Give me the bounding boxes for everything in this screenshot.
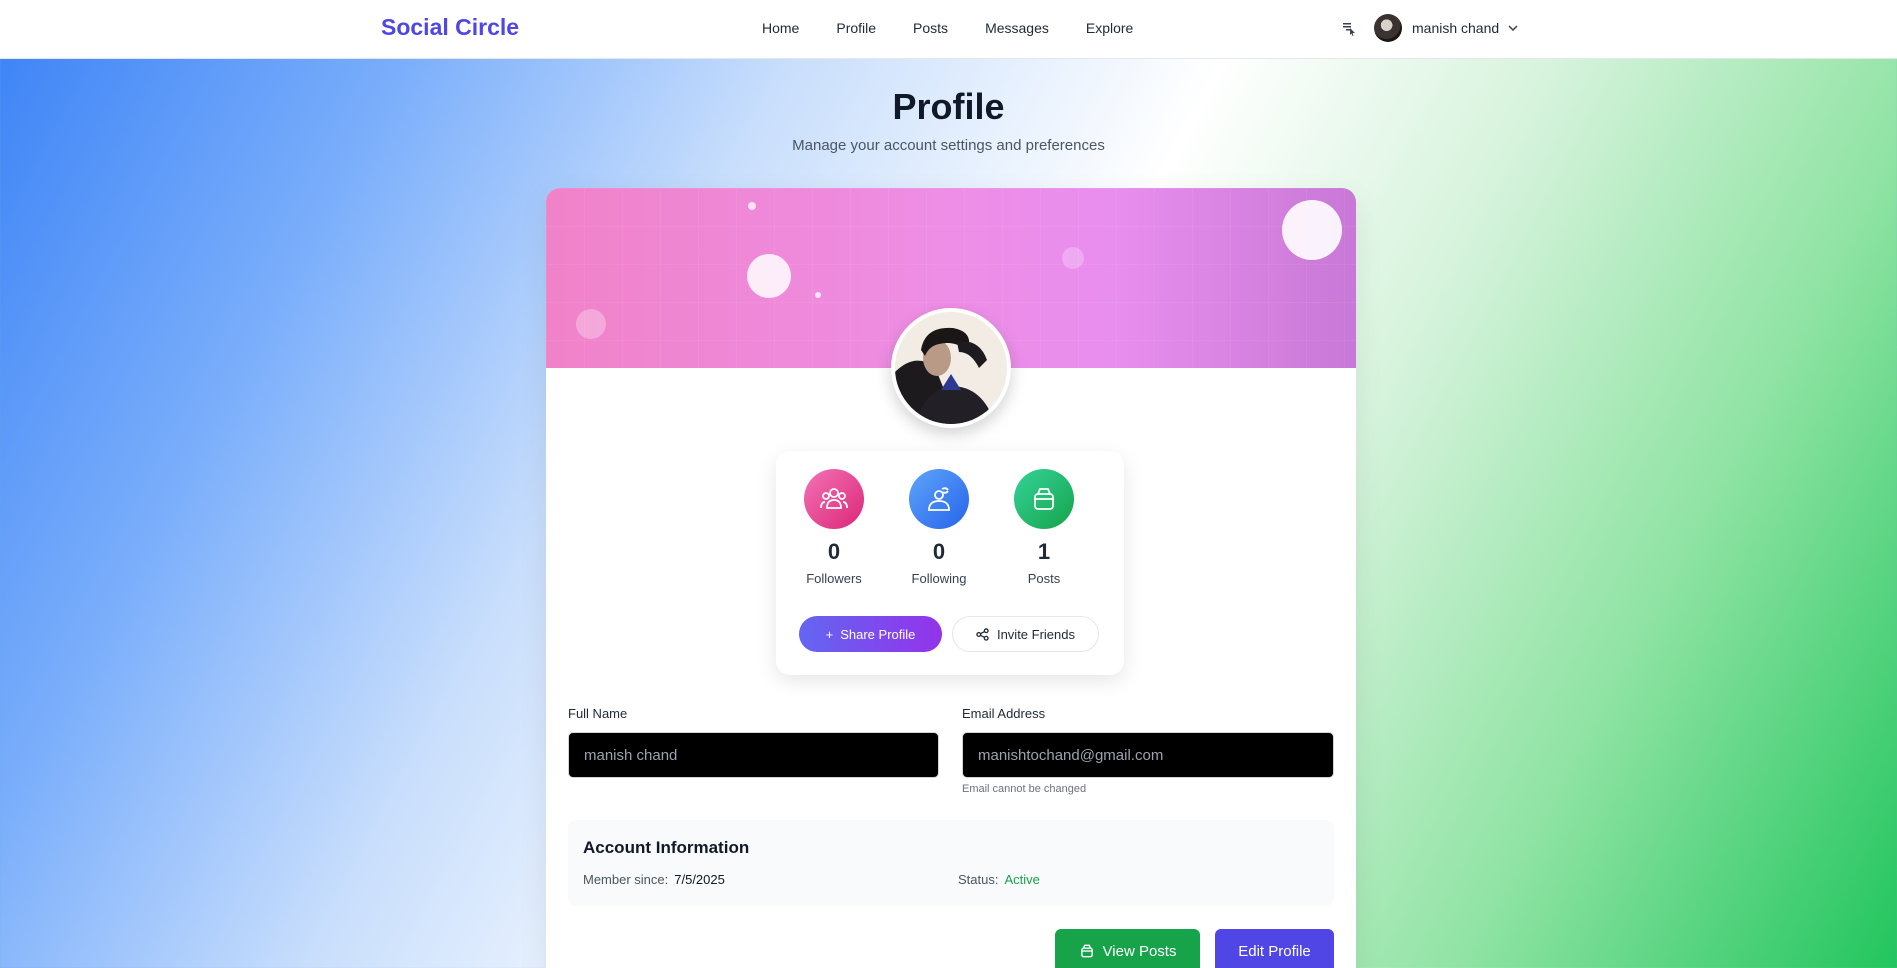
share-profile-label: Share Profile xyxy=(840,626,916,642)
posts-label: Posts xyxy=(1027,571,1061,586)
page-title: Profile xyxy=(892,86,1005,127)
nav-link-explore[interactable]: Explore xyxy=(1086,20,1133,36)
followers-count: 0 xyxy=(827,539,841,564)
nav-links: Home Profile Posts Messages Explore xyxy=(762,20,1170,36)
account-information-title: Account Information xyxy=(583,838,750,857)
banner-bubble xyxy=(747,254,791,298)
user-name[interactable]: manish chand xyxy=(1412,20,1499,36)
email-field[interactable] xyxy=(962,732,1334,778)
box-icon xyxy=(1080,944,1093,958)
full-name-field[interactable] xyxy=(568,732,939,778)
share-icon xyxy=(976,627,989,641)
status-badge: Active xyxy=(1004,872,1040,887)
invite-friends-button[interactable]: Invite Friends xyxy=(952,616,1099,652)
brand-logo[interactable]: Social Circle xyxy=(381,14,519,41)
page-subtitle: Manage your account settings and prefere… xyxy=(792,137,1105,154)
banner-bubble xyxy=(1062,247,1084,269)
status-row: Status: Active xyxy=(958,872,1040,887)
member-since-row: Member since: 7/5/2025 xyxy=(583,872,725,887)
share-profile-button[interactable]: + Share Profile xyxy=(799,616,942,652)
banner-bubble xyxy=(1282,200,1342,260)
theme-toggle-icon[interactable] xyxy=(1340,19,1358,37)
status-label: Status: xyxy=(958,872,999,887)
member-since-label: Member since: xyxy=(583,872,669,887)
followers-label: Followers xyxy=(806,571,862,586)
avatar[interactable] xyxy=(1374,14,1402,42)
nav-link-home[interactable]: Home xyxy=(762,20,799,36)
following-label: Following xyxy=(911,571,967,586)
profile-card: 0 Followers 0 Following 1 Posts + Share … xyxy=(546,188,1356,968)
view-posts-button[interactable]: View Posts xyxy=(1055,929,1200,968)
users-icon xyxy=(804,469,864,529)
stat-followers[interactable]: 0 Followers xyxy=(794,469,874,586)
stat-posts[interactable]: 1 Posts xyxy=(1004,469,1084,586)
edit-profile-button[interactable]: Edit Profile xyxy=(1215,929,1334,968)
email-label: Email Address xyxy=(962,706,1046,721)
view-posts-label: View Posts xyxy=(1102,942,1177,960)
box-icon xyxy=(1014,469,1074,529)
user-menu[interactable]: manish chand xyxy=(1340,14,1519,42)
banner-bubble xyxy=(815,292,821,298)
nav-link-posts[interactable]: Posts xyxy=(913,20,948,36)
stat-following[interactable]: 0 Following xyxy=(899,469,979,586)
chevron-down-icon[interactable] xyxy=(1507,22,1519,34)
plus-icon: + xyxy=(825,626,834,642)
banner-bubble xyxy=(576,309,606,339)
stats-panel: 0 Followers 0 Following 1 Posts + Share … xyxy=(776,451,1124,675)
following-count: 0 xyxy=(932,539,946,564)
nav-link-profile[interactable]: Profile xyxy=(836,20,876,36)
top-navbar: Social Circle Home Profile Posts Message… xyxy=(0,0,1897,59)
email-hint: Email cannot be changed xyxy=(962,783,1087,795)
user-follow-icon xyxy=(909,469,969,529)
profile-avatar[interactable] xyxy=(891,308,1011,428)
nav-link-messages[interactable]: Messages xyxy=(985,20,1049,36)
posts-count: 1 xyxy=(1037,539,1051,564)
full-name-label: Full Name xyxy=(568,706,628,721)
banner-bubble xyxy=(748,202,756,210)
invite-friends-label: Invite Friends xyxy=(996,626,1076,642)
account-information-panel: Account Information Member since: 7/5/202… xyxy=(568,820,1334,906)
member-since-value: 7/5/2025 xyxy=(674,872,725,887)
